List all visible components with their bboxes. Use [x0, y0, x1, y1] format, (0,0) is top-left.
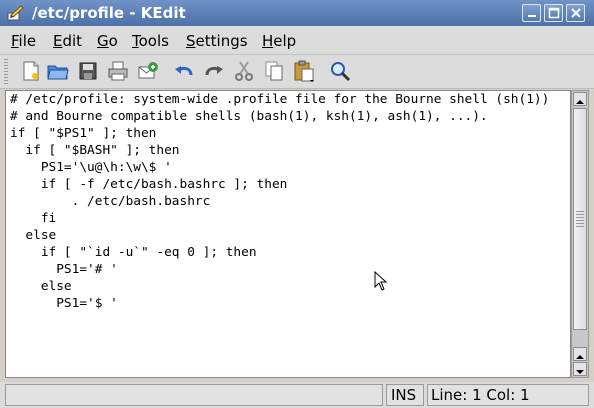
- scrollbar-thumb[interactable]: [573, 108, 587, 330]
- copy-icon[interactable]: [262, 59, 286, 83]
- title-bar[interactable]: /etc/profile - KEdit: [0, 0, 594, 26]
- menu-settings[interactable]: Settings: [186, 32, 248, 50]
- redo-icon[interactable]: [202, 59, 226, 83]
- toolbar: [0, 55, 594, 89]
- scroll-up-button-lower[interactable]: [573, 347, 587, 361]
- status-cursor-position: Line: 1 Col: 1: [427, 384, 589, 406]
- minimize-icon: [528, 15, 536, 17]
- mouse-pointer-icon: [374, 271, 388, 291]
- menu-go[interactable]: Go: [97, 32, 118, 50]
- new-document-icon[interactable]: [19, 59, 43, 83]
- open-folder-icon[interactable]: [46, 59, 70, 83]
- save-disk-icon[interactable]: [76, 59, 100, 83]
- menu-file[interactable]: File: [11, 32, 36, 50]
- status-insert-mode: INS: [386, 384, 424, 406]
- code-line: if [ "`id -u`" -eq 0 ]; then: [10, 245, 257, 260]
- scroll-up-button[interactable]: [573, 92, 587, 106]
- code-line: else: [10, 228, 57, 243]
- code-line: PS1='\u@\h:\w\$ ': [10, 160, 172, 175]
- code-line: if [ "$BASH" ]; then: [10, 143, 180, 158]
- menu-edit[interactable]: Edit: [53, 32, 82, 50]
- print-icon[interactable]: [106, 59, 130, 83]
- code-line: # and Bourne compatible shells (bash(1),…: [10, 109, 488, 124]
- send-mail-icon[interactable]: [136, 59, 160, 83]
- close-button[interactable]: [566, 4, 585, 22]
- code-line: PS1='$ ': [10, 296, 118, 311]
- scroll-down-button[interactable]: [573, 362, 587, 376]
- menu-help[interactable]: Help: [262, 32, 296, 50]
- find-magnifier-icon[interactable]: [328, 59, 352, 83]
- close-icon: [571, 8, 581, 18]
- arrow-up-icon: [576, 100, 584, 104]
- text-editor-area[interactable]: # /etc/profile: system-wide .profile fil…: [5, 90, 571, 378]
- menu-bar: File Edit Go Tools Settings Help: [0, 26, 594, 55]
- code-line: if [ "$PS1" ]; then: [10, 126, 157, 141]
- arrow-down-icon: [576, 370, 584, 374]
- toolbar-grip[interactable]: [4, 59, 8, 84]
- undo-icon[interactable]: [172, 59, 196, 83]
- maximize-button[interactable]: [544, 4, 563, 22]
- paste-icon[interactable]: [292, 59, 316, 83]
- code-line: fi: [10, 211, 57, 226]
- minimize-button[interactable]: [522, 4, 541, 22]
- code-line: else: [10, 279, 72, 294]
- code-line: if [ -f /etc/bash.bashrc ]; then: [10, 177, 288, 192]
- code-line: # /etc/profile: system-wide .profile fil…: [10, 92, 550, 107]
- menu-tools[interactable]: Tools: [132, 32, 169, 50]
- code-line: PS1='# ': [10, 262, 118, 277]
- maximize-icon: [548, 7, 560, 19]
- cut-scissors-icon[interactable]: [232, 59, 256, 83]
- code-line: . /etc/bash.bashrc: [10, 194, 211, 209]
- status-bar: INS Line: 1 Col: 1: [0, 382, 594, 408]
- kedit-app-icon[interactable]: [6, 4, 24, 22]
- window-title: /etc/profile - KEdit: [32, 4, 186, 22]
- vertical-scrollbar[interactable]: [571, 90, 589, 378]
- status-message: [5, 384, 383, 406]
- editor-text: # /etc/profile: system-wide .profile fil…: [10, 91, 549, 312]
